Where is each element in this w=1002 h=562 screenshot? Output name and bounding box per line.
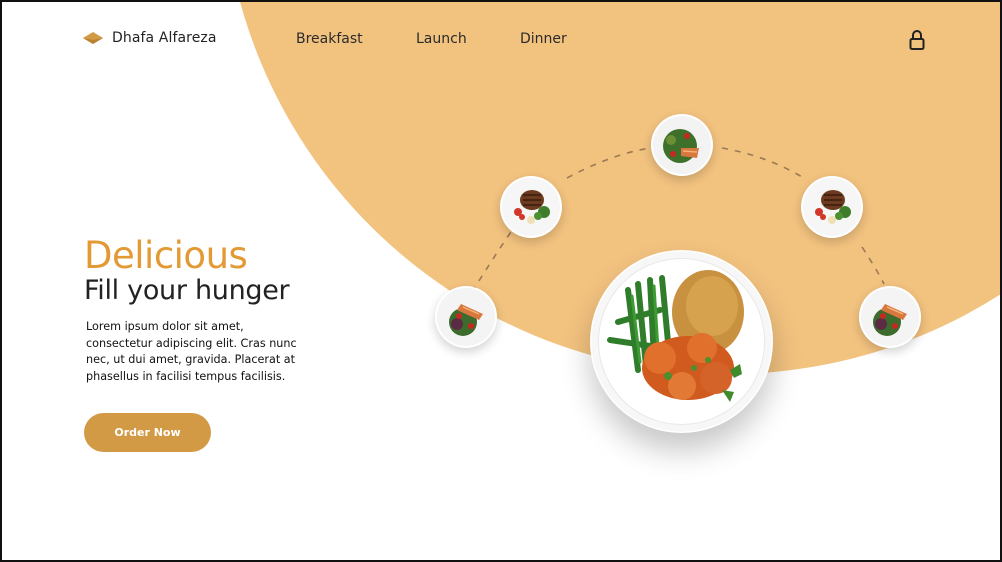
dish-thumbnail-salmon-right[interactable] bbox=[859, 286, 921, 348]
brand-name: Dhafa Alfareza bbox=[112, 30, 217, 46]
salmon-salad-icon bbox=[653, 116, 711, 174]
steak-plate-icon bbox=[803, 178, 861, 236]
chicken-rice-beans-icon bbox=[591, 251, 772, 432]
steak-plate-icon bbox=[502, 178, 560, 236]
nav-link-breakfast[interactable]: Breakfast bbox=[296, 31, 363, 47]
top-nav: Dhafa Alfareza Breakfast Launch Dinner bbox=[2, 2, 1000, 78]
dish-thumbnail-salmon-left[interactable] bbox=[435, 286, 497, 348]
dish-thumbnail-salmon-top[interactable] bbox=[651, 114, 713, 176]
order-now-button[interactable]: Order Now bbox=[84, 413, 211, 452]
hero-title: Delicious bbox=[84, 234, 248, 277]
lock-icon[interactable] bbox=[908, 29, 926, 51]
hero-description: Lorem ipsum dolor sit amet, consectetur … bbox=[86, 320, 297, 383]
page-frame: Dhafa Alfareza Breakfast Launch Dinner D… bbox=[0, 0, 1002, 562]
brand-logo[interactable]: Dhafa Alfareza bbox=[82, 30, 217, 46]
diamond-logo-icon bbox=[83, 32, 103, 44]
salmon-salad-icon bbox=[861, 288, 919, 346]
dish-thumbnail-steak-right[interactable] bbox=[801, 176, 863, 238]
nav-link-dinner[interactable]: Dinner bbox=[520, 31, 567, 47]
featured-dish-plate[interactable] bbox=[590, 250, 773, 433]
nav-link-launch[interactable]: Launch bbox=[416, 31, 467, 47]
hero-subtitle: Fill your hunger bbox=[84, 275, 290, 306]
salmon-salad-icon bbox=[437, 288, 495, 346]
dish-thumbnail-steak-left[interactable] bbox=[500, 176, 562, 238]
